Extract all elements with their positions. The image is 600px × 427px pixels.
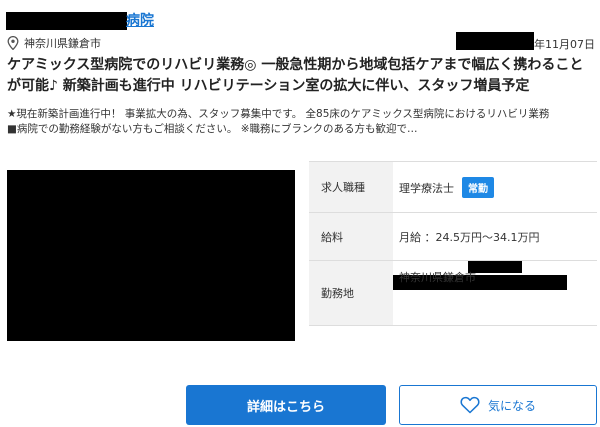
salary-row: 給料 月給 ：24.5万円〜34.1万円 — [309, 212, 597, 261]
map-pin-icon — [7, 36, 19, 50]
redacted-photo — [7, 170, 295, 341]
salary-value: 月給 ：24.5万円〜34.1万円 — [393, 212, 597, 261]
job-details-table: 求人職種 理学療法士 常勤 給料 月給 ：24.5万円〜34.1万円 勤務地 神奈… — [309, 161, 597, 326]
job-summary: ★現在新築計画進行中！ 事業拡大の為、スタッフ募集中です。 全85床のケアミック… — [7, 107, 595, 137]
favorite-button-label: 気になる — [487, 398, 536, 413]
redacted-date-year — [456, 32, 534, 50]
hospital-name-link[interactable]: 病院 — [126, 10, 154, 30]
view-details-button[interactable]: 詳細はこちら — [186, 385, 386, 425]
posted-date: 年11月07日 — [534, 38, 595, 51]
employment-type-badge: 常勤 — [462, 176, 494, 198]
occupation-value: 理学療法士 — [399, 181, 454, 195]
summary-line-1: ★現在新築計画進行中！ 事業拡大の為、スタッフ募集中です。 全85床のケアミック… — [7, 108, 550, 120]
salary-label: 給料 — [309, 212, 393, 261]
location: 神奈川県鎌倉市 — [7, 36, 101, 50]
occupation-row: 求人職種 理学療法士 常勤 — [309, 161, 597, 213]
redacted-hospital-name — [6, 12, 127, 30]
workplace-value: 神奈川県鎌倉市 — [399, 271, 476, 284]
workplace-row: 勤務地 神奈川県鎌倉市 — [309, 260, 597, 326]
summary-line-2: ■病院での勤務経験がない方もご相談ください。 ※職務にブランクのある方も歓迎で… — [7, 123, 418, 135]
favorite-button[interactable]: 気になる — [399, 385, 597, 425]
job-title[interactable]: ケアミックス型病院でのリハビリ業務◎ 一般急性期から地域包括ケアまで幅広く携わる… — [7, 55, 595, 97]
location-text: 神奈川県鎌倉市 — [24, 37, 101, 50]
occupation-cell: 理学療法士 常勤 — [393, 161, 597, 213]
heart-icon — [460, 396, 480, 414]
occupation-label: 求人職種 — [309, 161, 393, 213]
workplace-cell: 神奈川県鎌倉市 — [393, 260, 597, 326]
workplace-label: 勤務地 — [309, 260, 393, 326]
